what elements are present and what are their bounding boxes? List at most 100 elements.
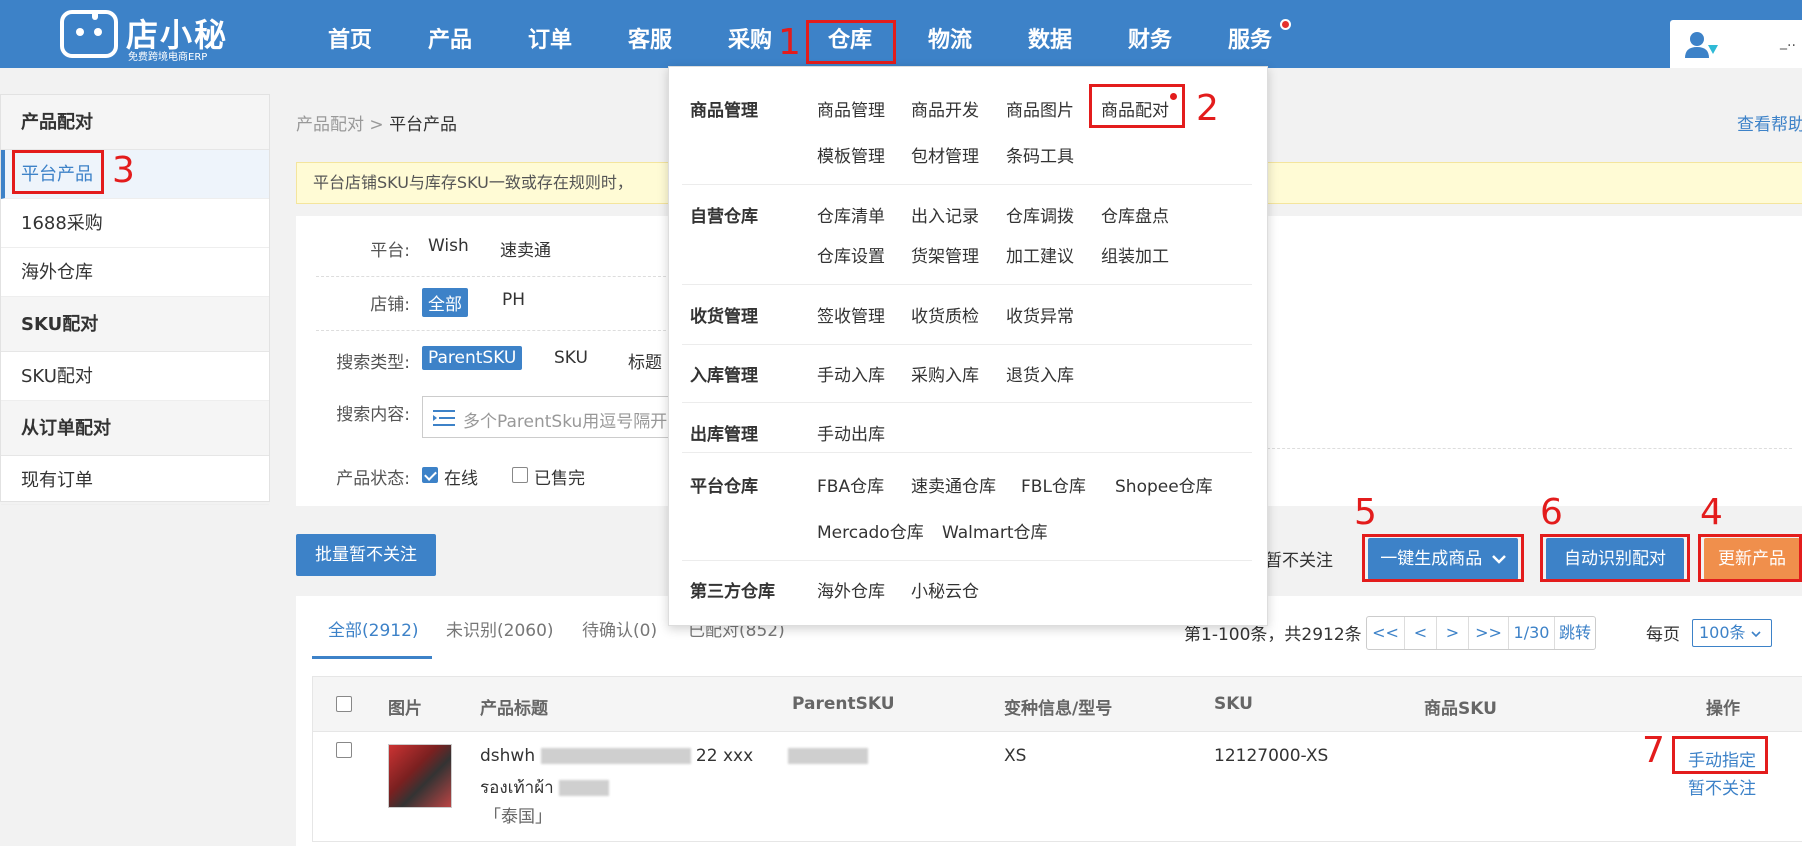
menu-receiving-qc[interactable]: 收货质检 xyxy=(911,302,979,327)
nav-logistics[interactable]: 物流 xyxy=(928,0,972,68)
sku-value: 12127000-XS xyxy=(1214,746,1329,766)
nav-purchase[interactable]: 采购 xyxy=(728,0,772,68)
next-page-button[interactable]: > xyxy=(1437,617,1469,649)
notification-dot xyxy=(1280,19,1291,30)
jump-button[interactable]: 跳转 xyxy=(1555,617,1595,649)
menu-xiaomi-cloud-warehouse[interactable]: 小秘云仓 xyxy=(911,577,979,602)
ignore-link[interactable]: 暂不关注 xyxy=(1688,774,1756,799)
highlight-box-2 xyxy=(1089,84,1185,128)
first-page-button[interactable]: << xyxy=(1367,617,1405,649)
status-online-label: 在线 xyxy=(444,469,478,489)
menu-shopee-warehouse[interactable]: Shopee仓库 xyxy=(1115,472,1213,497)
menu-overseas-warehouse[interactable]: 海外仓库 xyxy=(817,577,885,602)
menu-purchase-inbound[interactable]: 采购入库 xyxy=(911,361,979,386)
menu-goods-management[interactable]: 商品管理 xyxy=(817,96,885,121)
menu-return-inbound[interactable]: 退货入库 xyxy=(1006,361,1074,386)
menu-divider xyxy=(682,184,1252,185)
select-all-checkbox[interactable] xyxy=(336,696,352,712)
platform-aliexpress[interactable]: 速卖通 xyxy=(500,236,551,261)
menu-warehouse-list[interactable]: 仓库清单 xyxy=(817,202,885,227)
user-name: _.. xyxy=(1780,34,1796,50)
store-ph[interactable]: PH xyxy=(502,290,525,310)
menu-mercado-warehouse[interactable]: Mercado仓库 xyxy=(817,518,924,543)
status-online-checkbox[interactable] xyxy=(422,467,438,483)
menu-group-platform-warehouse: 平台仓库 xyxy=(690,477,758,497)
menu-goods-images[interactable]: 商品图片 xyxy=(1006,96,1074,121)
menu-receiving-exception[interactable]: 收货异常 xyxy=(1006,302,1074,327)
breadcrumb: 产品配对 > 平台产品 xyxy=(296,110,457,135)
nav-customer-service[interactable]: 客服 xyxy=(628,0,672,68)
product-title-line1[interactable]: dshwh 22 xxx xyxy=(480,746,753,766)
search-type-title[interactable]: 标题 xyxy=(628,348,662,373)
product-title-end: 22 xxx xyxy=(695,746,754,766)
nav-finance[interactable]: 财务 xyxy=(1128,0,1172,68)
menu-shelf-management[interactable]: 货架管理 xyxy=(911,242,979,267)
sidebar-item-existing-orders[interactable]: 现有订单 xyxy=(1,456,269,505)
per-page-select[interactable]: 100条 xyxy=(1692,619,1772,647)
menu-goods-development[interactable]: 商品开发 xyxy=(911,96,979,121)
search-placeholder: 多个ParentSku用逗号隔开 xyxy=(463,412,668,432)
user-panel[interactable]: _.. xyxy=(1670,20,1802,68)
highlight-box-1 xyxy=(806,20,896,64)
menu-processing-suggestion[interactable]: 加工建议 xyxy=(1006,242,1074,267)
tab-unrecognized[interactable]: 未识别(2060) xyxy=(446,616,554,641)
sidebar-item-overseas-warehouse[interactable]: 海外仓库 xyxy=(1,248,269,297)
annotation-4: 4 xyxy=(1700,492,1723,533)
col-parentsku: ParentSKU xyxy=(792,694,895,714)
nav-home[interactable]: 首页 xyxy=(328,0,372,68)
batch-ignore-button[interactable]: 批量暂不关注 xyxy=(296,534,436,576)
menu-template-management[interactable]: 模板管理 xyxy=(817,142,885,167)
sidebar-item-sku-match[interactable]: SKU配对 xyxy=(1,352,269,401)
tab-pending[interactable]: 待确认(0) xyxy=(582,616,657,641)
product-thumbnail[interactable] xyxy=(388,744,452,808)
last-page-button[interactable]: >> xyxy=(1469,617,1509,649)
nav-products[interactable]: 产品 xyxy=(428,0,472,68)
menu-manual-outbound[interactable]: 手动出库 xyxy=(817,420,885,445)
prev-page-button[interactable]: < xyxy=(1405,617,1437,649)
menu-fba-warehouse[interactable]: FBA仓库 xyxy=(817,472,884,497)
search-type-parentsku[interactable]: ParentSKU xyxy=(422,346,523,370)
sidebar-section-sku-match: SKU配对 xyxy=(1,297,269,352)
annotation-6: 6 xyxy=(1540,492,1563,533)
chevron-down-icon xyxy=(1751,631,1761,638)
help-link[interactable]: 查看帮助 xyxy=(1737,110,1802,135)
sidebar-item-1688-purchase[interactable]: 1688采购 xyxy=(1,199,269,248)
search-type-sku[interactable]: SKU xyxy=(554,348,588,368)
menu-warehouse-stocktake[interactable]: 仓库盘点 xyxy=(1101,202,1169,227)
menu-manual-inbound[interactable]: 手动入库 xyxy=(817,361,885,386)
nav-orders[interactable]: 订单 xyxy=(528,0,572,68)
highlight-box-7 xyxy=(1672,736,1768,774)
menu-sign-management[interactable]: 签收管理 xyxy=(817,302,885,327)
status-soldout-label: 已售完 xyxy=(534,469,585,489)
menu-group-goods: 商品管理 xyxy=(690,101,758,121)
menu-in-out-records[interactable]: 出入记录 xyxy=(911,202,979,227)
menu-barcode-tool[interactable]: 条码工具 xyxy=(1006,142,1074,167)
pagination: << < > >> 1/30 跳转 xyxy=(1366,616,1596,650)
highlight-box-6 xyxy=(1540,534,1690,582)
menu-aliexpress-warehouse[interactable]: 速卖通仓库 xyxy=(911,472,996,497)
breadcrumb-parent[interactable]: 产品配对 > xyxy=(296,115,389,135)
tab-all[interactable]: 全部(2912) xyxy=(328,616,419,641)
blurred-text xyxy=(559,780,610,796)
menu-walmart-warehouse[interactable]: Walmart仓库 xyxy=(942,518,1048,543)
menu-group-own-warehouse: 自营仓库 xyxy=(690,207,758,227)
row-checkbox[interactable] xyxy=(336,742,352,758)
highlight-box-5 xyxy=(1362,534,1524,582)
filter-divider xyxy=(316,330,666,331)
menu-assembly-processing[interactable]: 组装加工 xyxy=(1101,242,1169,267)
nav-data[interactable]: 数据 xyxy=(1028,0,1072,68)
logo[interactable]: 店小秘 免费跨境电商ERP xyxy=(56,4,236,63)
annotation-7: 7 xyxy=(1642,730,1665,771)
menu-warehouse-settings[interactable]: 仓库设置 xyxy=(817,242,885,267)
status-soldout-checkbox[interactable] xyxy=(512,467,528,483)
menu-fbl-warehouse[interactable]: FBL仓库 xyxy=(1021,472,1086,497)
search-input[interactable]: 多个ParentSku用逗号隔开 xyxy=(422,396,676,438)
annotation-2: 2 xyxy=(1196,88,1219,129)
store-all[interactable]: 全部 xyxy=(422,288,468,317)
col-product-sku: 商品SKU xyxy=(1424,699,1497,719)
menu-packaging-management[interactable]: 包材管理 xyxy=(911,142,979,167)
platform-wish[interactable]: Wish xyxy=(428,236,469,256)
nav-services[interactable]: 服务 xyxy=(1228,0,1272,68)
menu-warehouse-transfer[interactable]: 仓库调拨 xyxy=(1006,202,1074,227)
annotation-1: 1 xyxy=(778,22,801,63)
